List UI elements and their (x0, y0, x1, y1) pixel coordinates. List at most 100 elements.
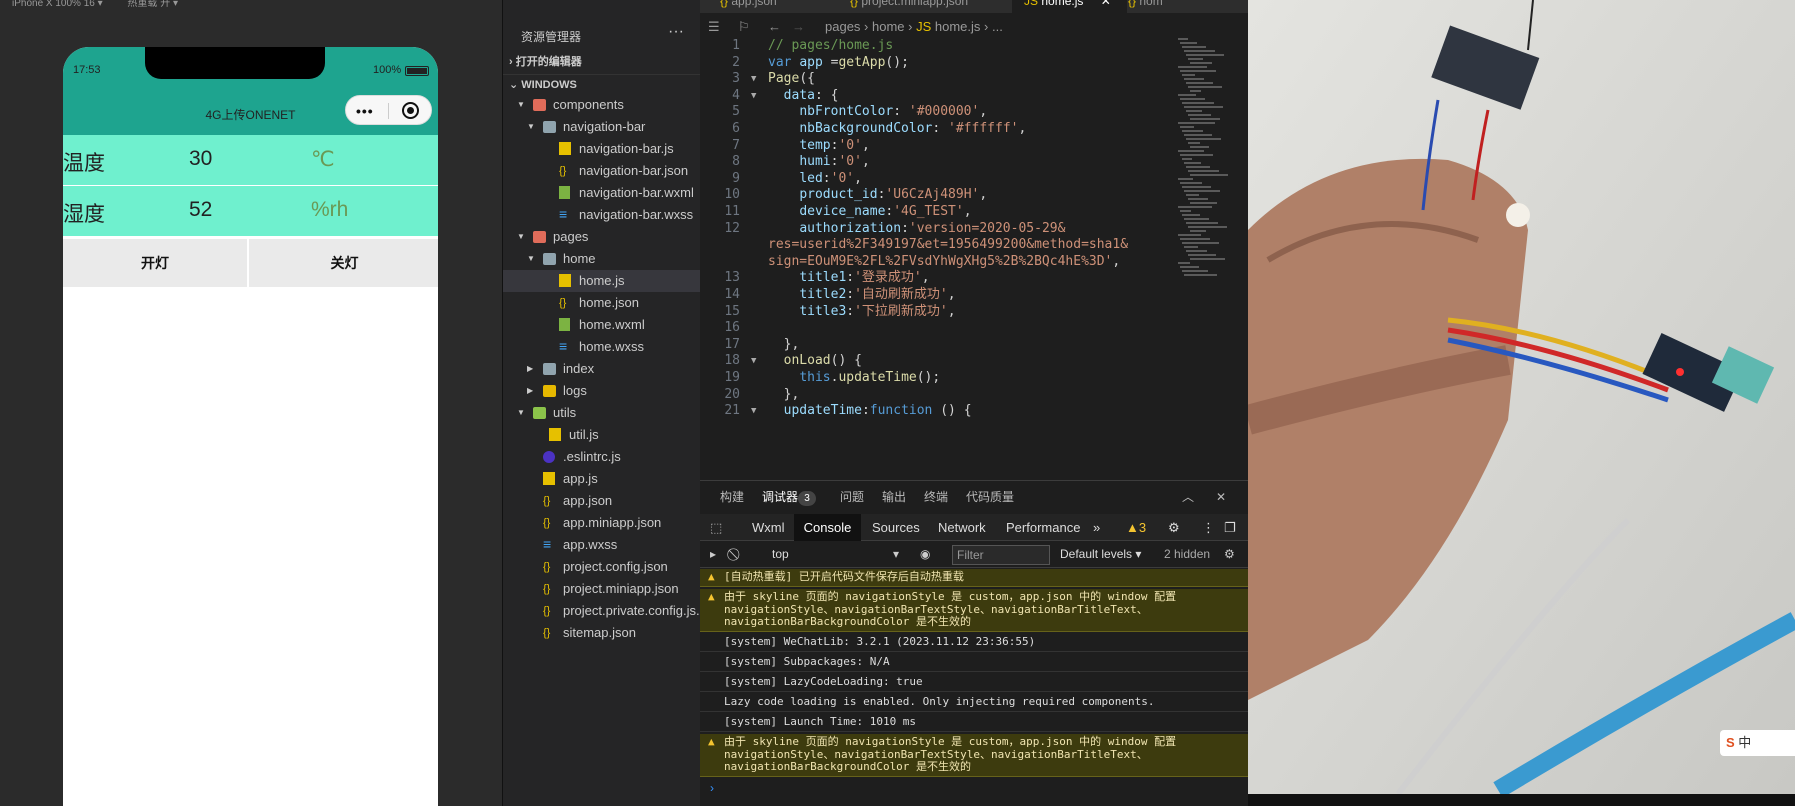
code-line[interactable]: title2:'自动刷新成功', (768, 287, 955, 304)
code-line[interactable]: title3:'下拉刷新成功', (768, 304, 955, 321)
tree-file[interactable]: {} project.miniapp.json (503, 578, 701, 600)
tree-file[interactable]: app.js (503, 468, 701, 490)
tree-folder[interactable]: ▼ navigation-bar (503, 116, 701, 138)
tree-file[interactable]: {} project.config.json (503, 556, 701, 578)
tree-file[interactable]: {} home.json (503, 292, 701, 314)
tab-wxml[interactable]: Wxml (752, 514, 785, 541)
more-icon[interactable]: ··· (668, 23, 684, 41)
dock-icon[interactable]: ❐ (1224, 514, 1236, 541)
tree-file[interactable]: {} project.private.config.js... (503, 600, 701, 622)
breadcrumb-item[interactable]: pages (825, 19, 860, 34)
tree-file[interactable]: home.wxml (503, 314, 701, 336)
tree-folder[interactable]: ▼ pages (503, 226, 701, 248)
tree-file[interactable]: home.js (503, 270, 701, 292)
tab-project-miniapp[interactable]: {} project.miniapp.json (850, 0, 1010, 13)
code-line[interactable]: this.updateTime(); (768, 370, 940, 387)
levels-select[interactable]: Default levels ▾ (1060, 541, 1141, 568)
tree-folder[interactable]: ▼ utils (503, 402, 701, 424)
fold-icon[interactable]: ▼ (751, 74, 756, 84)
chevron-right-icon[interactable]: ▶ (527, 380, 533, 402)
tree-file[interactable]: ≡ app.wxss (503, 534, 701, 556)
fold-icon[interactable]: ▼ (751, 91, 756, 101)
code-line[interactable]: device_name:'4G_TEST', (768, 204, 971, 221)
code-line[interactable]: nbFrontColor: '#000000', (768, 104, 987, 121)
tab-output[interactable]: 输出 (882, 481, 906, 514)
tree-file[interactable]: navigation-bar.js (503, 138, 701, 160)
miniapp-capsule[interactable]: ••• (345, 95, 432, 125)
tree-file[interactable]: {} app.json (503, 490, 701, 512)
kebab-icon[interactable]: ⋮ (1202, 514, 1215, 541)
tab-app-json[interactable]: {} app.json (720, 0, 840, 13)
tree-file[interactable]: ≡ navigation-bar.wxss (503, 204, 701, 226)
tab-debugger[interactable]: 调试器 (762, 481, 798, 514)
code-line[interactable]: data: { (768, 88, 839, 105)
tree-folder[interactable]: ▶ index (503, 358, 701, 380)
open-editors-section[interactable]: › 打开的编辑器 (503, 52, 701, 72)
tree-folder[interactable]: ▶ logs (503, 380, 701, 402)
tree-folder[interactable]: ▼ components (503, 94, 701, 116)
code-line[interactable]: var app =getApp(); (768, 55, 909, 72)
light-off-button[interactable]: 关灯 (251, 239, 438, 287)
close-icon[interactable]: ✕ (1101, 0, 1111, 8)
code-line[interactable]: product_id:'U6CzAj489H', (768, 187, 987, 204)
chevron-right-icon[interactable]: ▶ (527, 358, 533, 380)
chevron-down-icon[interactable]: ▼ (527, 116, 535, 138)
sidebar-toggle-icon[interactable]: ▸ (710, 541, 716, 568)
light-on-button[interactable]: 开灯 (63, 239, 249, 287)
chevron-down-icon[interactable]: ▼ (517, 402, 525, 424)
chevron-down-icon[interactable]: ▾ (893, 541, 899, 568)
code-line[interactable]: onLoad() { (768, 353, 862, 370)
tree-file[interactable]: {} navigation-bar.json (503, 160, 701, 182)
code-line[interactable]: title1:'登录成功', (768, 270, 929, 287)
list-icon[interactable]: ☰ (708, 16, 720, 38)
console-entry[interactable]: [system] WeChatLib: 3.2.1 (2023.11.12 23… (700, 634, 1248, 652)
code-line[interactable]: temp:'0', (768, 138, 869, 155)
inspect-icon[interactable]: ⬚ (710, 514, 722, 541)
tree-file[interactable]: util.js (503, 424, 701, 446)
tree-file[interactable]: ≡ home.wxss (503, 336, 701, 358)
tab-network[interactable]: Network (938, 514, 986, 541)
close-icon[interactable]: ✕ (1216, 481, 1226, 514)
more-icon[interactable]: ••• (356, 103, 374, 119)
tree-folder[interactable]: ▼ home (503, 248, 701, 270)
tab-performance[interactable]: Performance (1006, 514, 1080, 541)
eye-icon[interactable]: ◉ (920, 541, 930, 568)
hot-reload-toggle[interactable]: 热重载 开 ▾ (127, 0, 178, 9)
forward-icon[interactable]: → (792, 16, 805, 38)
tree-file[interactable]: {} app.miniapp.json (503, 512, 701, 534)
console-entry[interactable]: ▲ 由于 skyline 页面的 navigationStyle 是 custom… (700, 589, 1248, 632)
console-entry[interactable]: [system] Subpackages: N/A (700, 654, 1248, 672)
tab-terminal[interactable]: 终端 (924, 481, 948, 514)
code-line[interactable]: led:'0', (768, 171, 862, 188)
fold-icon[interactable]: ▼ (751, 406, 756, 416)
tab-problems[interactable]: 问题 (840, 481, 864, 514)
breadcrumb-item[interactable]: home.js (935, 19, 981, 34)
console-entry[interactable]: [system] LazyCodeLoading: true (700, 674, 1248, 692)
tab-sources[interactable]: Sources (872, 514, 920, 541)
tab-home-other[interactable]: {} hom (1128, 0, 1188, 13)
back-icon[interactable]: ← (768, 16, 781, 38)
code-line[interactable]: }, (768, 387, 800, 404)
console-entry[interactable]: ▲ 由于 skyline 页面的 navigationStyle 是 custom… (700, 734, 1248, 777)
breadcrumb-item[interactable]: ... (992, 19, 1003, 34)
code-line[interactable]: }, (768, 337, 800, 354)
gear-icon[interactable]: ⚙ (1224, 541, 1235, 568)
close-target-icon[interactable] (402, 102, 419, 119)
gear-icon[interactable]: ⚙ (1168, 514, 1180, 541)
tree-file[interactable]: .eslintrc.js (503, 446, 701, 468)
context-select[interactable]: top (772, 541, 789, 568)
device-select[interactable]: iPhone X 100% 16 ▾ (12, 0, 103, 9)
tab-console[interactable]: Console (794, 514, 861, 541)
warning-count[interactable]: ▲3 (1126, 514, 1146, 541)
tab-home-js[interactable]: JS home.js ✕ (1012, 0, 1127, 13)
code-line[interactable]: updateTime:function () { (768, 403, 972, 420)
tab-build[interactable]: 构建 (720, 481, 744, 514)
breadcrumb-item[interactable]: home (872, 19, 905, 34)
tree-file[interactable]: {} sitemap.json (503, 622, 701, 644)
code-line[interactable]: humi:'0', (768, 154, 869, 171)
code-line[interactable]: authorization:'version=2020-05-29& res=u… (768, 221, 1128, 271)
code-line[interactable]: Page({ (768, 71, 815, 88)
fold-icon[interactable]: ▼ (751, 356, 756, 366)
chevron-down-icon[interactable]: ▼ (517, 94, 525, 116)
code-line[interactable]: // pages/home.js (768, 38, 893, 55)
